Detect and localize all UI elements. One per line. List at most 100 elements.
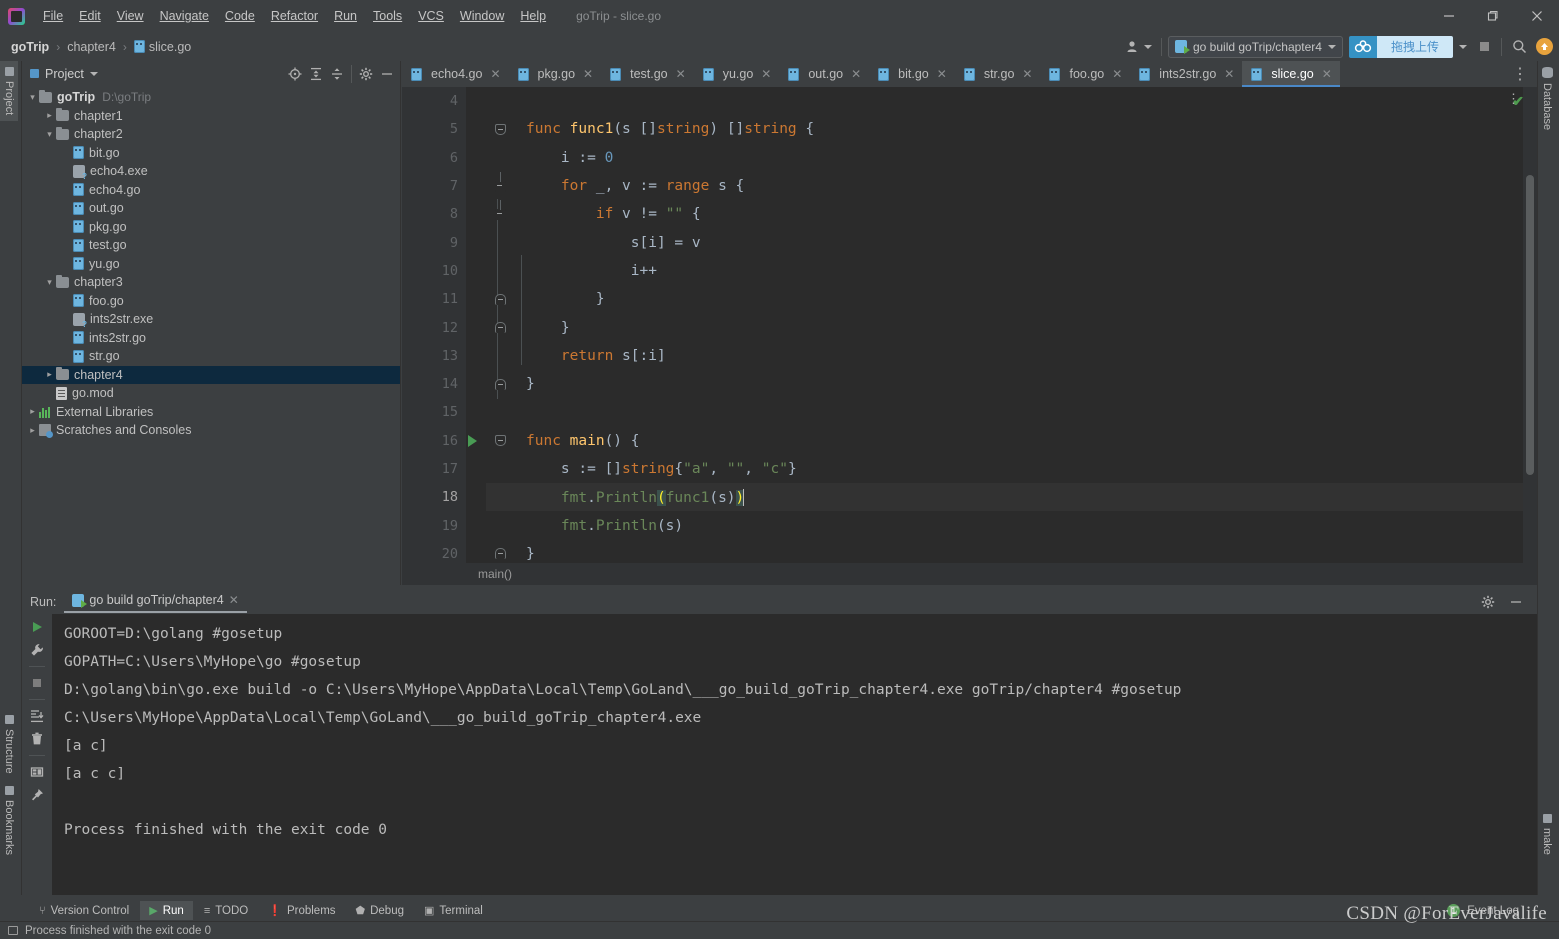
fold-marker-icon[interactable]	[486, 548, 514, 560]
settings-gear-icon[interactable]	[359, 67, 373, 81]
tree-node-test-go[interactable]: test.go	[22, 236, 400, 255]
editor-tab-out-go[interactable]: out.go ✕	[779, 61, 869, 87]
code-line-10[interactable]: 10 i++	[402, 257, 1537, 285]
sidebar-item-make[interactable]: make	[1538, 808, 1556, 861]
clear-all-icon[interactable]	[30, 732, 44, 746]
run-configuration-tab[interactable]: go build goTrip/chapter4 ✕	[64, 590, 247, 613]
tool-window-tab-run[interactable]: ▶ Run	[140, 901, 193, 920]
expand-all-icon[interactable]	[309, 67, 323, 81]
code-line-16[interactable]: 16 func main() {	[402, 427, 1537, 455]
editor-scrollbar[interactable]	[1526, 175, 1534, 475]
chevron-right-icon[interactable]: ▸	[26, 425, 39, 436]
editor-breadcrumb[interactable]: main()	[402, 563, 1537, 585]
editor-tabs-more-icon[interactable]: ⋮	[1503, 61, 1537, 87]
code-line-11[interactable]: 11 }	[402, 285, 1537, 313]
hide-panel-icon[interactable]	[380, 67, 394, 81]
soft-wrap-icon[interactable]	[30, 765, 44, 779]
code-line-17[interactable]: 17 s := []string{"a", "", "c"}	[402, 455, 1537, 483]
close-icon[interactable]: ✕	[761, 67, 771, 81]
tree-node-echo4-exe[interactable]: echo4.exe	[22, 162, 400, 181]
fold-marker-icon[interactable]	[486, 435, 514, 447]
fold-marker-icon[interactable]	[486, 378, 514, 390]
code-lines[interactable]: 4 5 func func1(s []string) []string {6 i :…	[402, 87, 1537, 585]
tree-node-echo4-go[interactable]: echo4.go	[22, 181, 400, 200]
close-icon[interactable]: ✕	[583, 67, 593, 81]
editor-tab-bit-go[interactable]: bit.go ✕	[869, 61, 955, 87]
settings-gear-icon[interactable]	[1481, 595, 1495, 609]
code-line-13[interactable]: 13 return s[:i]	[402, 342, 1537, 370]
event-log-label[interactable]: Event Log	[1467, 905, 1519, 917]
sidebar-item-project[interactable]: Project	[0, 61, 18, 122]
code-line-18[interactable]: 18 fmt.Println(func1(s))	[402, 483, 1537, 512]
tree-node-ints2str-go[interactable]: ints2str.go	[22, 329, 400, 348]
sidebar-item-database[interactable]: Database	[1538, 61, 1556, 136]
tool-window-tab-todo[interactable]: ≡ TODO	[195, 902, 257, 920]
menu-view[interactable]: View	[109, 6, 152, 26]
upload-widget[interactable]: 拖拽上传	[1348, 35, 1453, 58]
menu-file[interactable]: File	[35, 6, 71, 26]
chevron-right-icon[interactable]: ▸	[26, 406, 39, 417]
tree-node-foo-go[interactable]: foo.go	[22, 292, 400, 311]
code-line-4[interactable]: 4	[402, 87, 1537, 115]
console-output[interactable]: GOROOT=D:\golang #gosetup GOPATH=C:\Users…	[52, 614, 1537, 895]
cloud-upload-icon[interactable]	[1348, 35, 1377, 58]
code-line-9[interactable]: 9 s[i] = v	[402, 228, 1537, 256]
chevron-down-icon[interactable]: ▾	[43, 129, 56, 140]
fold-marker-icon[interactable]	[486, 322, 514, 334]
code-line-19[interactable]: 19 fmt.Println(s)	[402, 511, 1537, 539]
close-icon[interactable]: ✕	[490, 67, 500, 81]
close-icon[interactable]: ✕	[1322, 67, 1332, 81]
breadcrumb-item-chapter4[interactable]: chapter4	[64, 39, 119, 55]
tree-node-chapter2[interactable]: ▾ chapter2	[22, 125, 400, 144]
rerun-icon[interactable]	[30, 620, 44, 634]
sidebar-item-bookmarks[interactable]: Bookmarks	[0, 780, 18, 861]
collapse-all-icon[interactable]	[330, 67, 344, 81]
editor-tab-pkg-go[interactable]: pkg.go ✕	[509, 61, 602, 87]
upload-button-label[interactable]: 拖拽上传	[1376, 35, 1453, 58]
tool-window-tab-debug[interactable]: ⬟ Debug	[347, 901, 413, 920]
menu-edit[interactable]: Edit	[71, 6, 109, 26]
chevron-down-icon[interactable]	[1459, 44, 1467, 49]
code-editor[interactable]: 4 5 func func1(s []string) []string {6 i :…	[402, 87, 1537, 585]
run-gutter-icon[interactable]	[458, 434, 486, 447]
tree-node-out-go[interactable]: out.go	[22, 199, 400, 218]
settings-wrench-icon[interactable]	[30, 643, 44, 657]
menu-navigate[interactable]: Navigate	[152, 6, 217, 26]
account-icon[interactable]	[1123, 36, 1155, 58]
editor-tab-str-go[interactable]: str.go ✕	[955, 61, 1041, 87]
tree-node-gotrip[interactable]: ▾ goTrip D:\goTrip	[22, 88, 400, 107]
menu-vcs[interactable]: VCS	[410, 6, 452, 26]
close-icon[interactable]	[1515, 0, 1559, 32]
menu-code[interactable]: Code	[217, 6, 263, 26]
code-line-15[interactable]: 15	[402, 398, 1537, 426]
code-line-14[interactable]: 14}	[402, 370, 1537, 398]
tool-window-tab-terminal[interactable]: ▣ Terminal	[415, 901, 492, 920]
close-icon[interactable]: ✕	[1112, 67, 1122, 81]
close-icon[interactable]: ✕	[1022, 67, 1032, 81]
editor-tab-yu-go[interactable]: yu.go ✕	[694, 61, 780, 87]
chevron-down-icon[interactable]: ▾	[43, 277, 56, 288]
search-icon[interactable]	[1508, 36, 1530, 58]
breadcrumb-item-project[interactable]: goTrip	[8, 39, 52, 55]
editor-tab-slice-go[interactable]: slice.go ✕	[1242, 61, 1341, 87]
tool-window-tab-problems[interactable]: ❗ Problems	[259, 901, 344, 920]
menu-refactor[interactable]: Refactor	[263, 6, 326, 26]
tree-node-go-mod[interactable]: go.mod	[22, 384, 400, 403]
scroll-to-end-icon[interactable]	[30, 709, 44, 723]
code-line-12[interactable]: 12 }	[402, 313, 1537, 341]
fold-marker-icon[interactable]	[486, 171, 514, 192]
tree-node-chapter1[interactable]: ▸ chapter1	[22, 107, 400, 126]
maximize-icon[interactable]	[1471, 0, 1515, 32]
close-icon[interactable]: ✕	[229, 593, 239, 607]
tree-node-bit-go[interactable]: bit.go	[22, 144, 400, 163]
close-icon[interactable]: ✕	[1224, 67, 1234, 81]
chevron-down-icon[interactable]	[89, 71, 98, 76]
stop-icon[interactable]	[30, 676, 44, 690]
close-icon[interactable]: ✕	[676, 67, 686, 81]
editor-tab-ints2str-go[interactable]: ints2str.go ✕	[1130, 61, 1242, 87]
tree-node-ints2str-exe[interactable]: ints2str.exe	[22, 310, 400, 329]
close-icon[interactable]: ✕	[851, 67, 861, 81]
fold-marker-icon[interactable]	[486, 123, 514, 135]
code-line-5[interactable]: 5 func func1(s []string) []string {	[402, 115, 1537, 143]
tool-window-tab-version-control[interactable]: ⑂ Version Control	[30, 902, 138, 920]
